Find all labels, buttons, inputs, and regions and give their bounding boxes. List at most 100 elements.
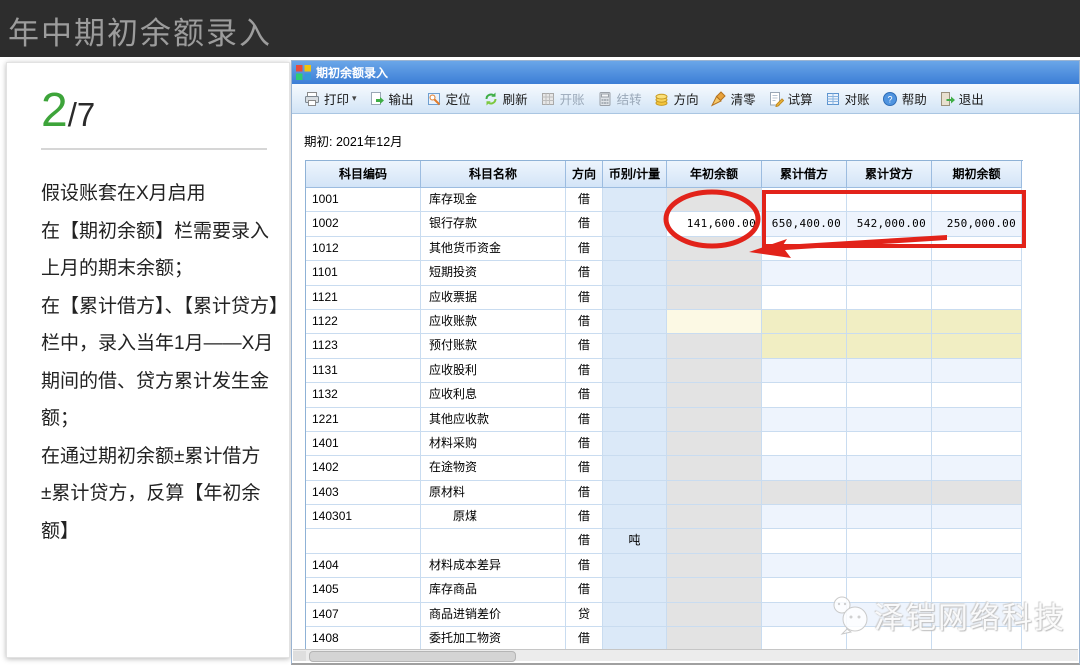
toolbar-button-refresh[interactable]: 刷新 [477, 87, 534, 110]
cell-accumulated-credit[interactable] [847, 188, 932, 212]
cell-currency-unit[interactable] [603, 627, 667, 651]
cell-direction[interactable]: 借 [566, 383, 603, 407]
cell-account-name[interactable]: 短期投资 [421, 261, 566, 285]
cell-account-code[interactable]: 1403 [306, 481, 421, 505]
cell-currency-unit[interactable] [603, 261, 667, 285]
cell-accumulated-debit[interactable] [762, 334, 847, 358]
cell-account-name[interactable]: 应收股利 [421, 359, 566, 383]
cell-accumulated-credit[interactable] [847, 408, 932, 432]
cell-opening-balance[interactable] [932, 286, 1022, 310]
cell-year-begin-balance[interactable] [667, 456, 762, 480]
cell-currency-unit[interactable] [603, 578, 667, 602]
toolbar-button-clear[interactable]: 清零 [705, 87, 762, 110]
cell-account-code[interactable]: 1404 [306, 554, 421, 578]
cell-year-begin-balance[interactable] [667, 261, 762, 285]
cell-year-begin-balance[interactable] [667, 334, 762, 358]
cell-direction[interactable]: 借 [566, 212, 603, 236]
scrollbar-thumb[interactable] [309, 651, 516, 662]
cell-currency-unit[interactable] [603, 286, 667, 310]
cell-account-code[interactable]: 1408 [306, 627, 421, 651]
cell-direction[interactable]: 借 [566, 359, 603, 383]
cell-accumulated-debit[interactable]: 650,400.00 [762, 212, 847, 236]
cell-account-name[interactable]: 原材料 [421, 481, 566, 505]
cell-accumulated-debit[interactable] [762, 456, 847, 480]
cell-year-begin-balance[interactable] [667, 286, 762, 310]
cell-direction[interactable]: 借 [566, 456, 603, 480]
cell-opening-balance[interactable] [932, 456, 1022, 480]
cell-account-name[interactable]: 库存现金 [421, 188, 566, 212]
cell-account-name[interactable]: 原煤 [421, 505, 566, 529]
cell-account-code[interactable]: 1012 [306, 237, 421, 261]
horizontal-scrollbar[interactable] [293, 649, 1078, 661]
toolbar-button-open-account[interactable]: 开账 [534, 87, 591, 110]
cell-account-code[interactable]: 1401 [306, 432, 421, 456]
cell-opening-balance[interactable] [932, 359, 1022, 383]
cell-accumulated-debit[interactable] [762, 408, 847, 432]
cell-accumulated-credit[interactable] [847, 529, 932, 553]
cell-direction[interactable]: 借 [566, 554, 603, 578]
cell-account-code[interactable]: 1121 [306, 286, 421, 310]
cell-direction[interactable]: 借 [566, 310, 603, 334]
cell-accumulated-credit[interactable] [847, 286, 932, 310]
cell-accumulated-debit[interactable] [762, 383, 847, 407]
cell-opening-balance[interactable] [932, 505, 1022, 529]
cell-direction[interactable]: 借 [566, 334, 603, 358]
scroll-left-button[interactable] [293, 651, 306, 661]
cell-currency-unit[interactable] [603, 188, 667, 212]
cell-accumulated-credit[interactable] [847, 237, 932, 261]
cell-account-code[interactable]: 1402 [306, 456, 421, 480]
cell-year-begin-balance[interactable] [667, 505, 762, 529]
cell-currency-unit[interactable] [603, 212, 667, 236]
cell-account-code[interactable]: 1001 [306, 188, 421, 212]
cell-direction[interactable]: 贷 [566, 603, 603, 627]
cell-year-begin-balance[interactable] [667, 188, 762, 212]
cell-currency-unit[interactable] [603, 334, 667, 358]
cell-account-name[interactable]: 预付账款 [421, 334, 566, 358]
cell-currency-unit[interactable]: 吨 [603, 529, 667, 553]
cell-account-name[interactable]: 应收票据 [421, 286, 566, 310]
cell-account-code[interactable]: 1002 [306, 212, 421, 236]
cell-account-code[interactable]: 1405 [306, 578, 421, 602]
toolbar-button-exit[interactable]: 退出 [933, 87, 990, 110]
cell-accumulated-credit[interactable] [847, 383, 932, 407]
toolbar-button-print[interactable]: 打印▾ [298, 87, 363, 110]
cell-account-name[interactable]: 材料采购 [421, 432, 566, 456]
cell-account-name[interactable]: 在途物资 [421, 456, 566, 480]
cell-currency-unit[interactable] [603, 359, 667, 383]
cell-account-code[interactable] [306, 529, 421, 553]
cell-account-code[interactable]: 1407 [306, 603, 421, 627]
cell-year-begin-balance[interactable] [667, 603, 762, 627]
cell-opening-balance[interactable] [932, 481, 1022, 505]
cell-opening-balance[interactable] [932, 383, 1022, 407]
cell-accumulated-debit[interactable] [762, 286, 847, 310]
cell-account-code[interactable]: 1132 [306, 383, 421, 407]
cell-opening-balance[interactable] [932, 529, 1022, 553]
cell-year-begin-balance[interactable]: 141,600.00 [667, 212, 762, 236]
cell-direction[interactable]: 借 [566, 627, 603, 651]
cell-account-name[interactable]: 其他货币资金 [421, 237, 566, 261]
cell-opening-balance[interactable] [932, 261, 1022, 285]
cell-currency-unit[interactable] [603, 383, 667, 407]
cell-accumulated-credit[interactable] [847, 310, 932, 334]
cell-direction[interactable]: 借 [566, 237, 603, 261]
cell-account-name[interactable]: 商品进销差价 [421, 603, 566, 627]
cell-currency-unit[interactable] [603, 432, 667, 456]
cell-account-name[interactable]: 应收利息 [421, 383, 566, 407]
cell-account-code[interactable]: 1123 [306, 334, 421, 358]
cell-direction[interactable]: 借 [566, 529, 603, 553]
cell-account-name[interactable]: 委托加工物资 [421, 627, 566, 651]
cell-accumulated-credit[interactable] [847, 432, 932, 456]
cell-year-begin-balance[interactable] [667, 481, 762, 505]
cell-accumulated-credit[interactable]: 542,000.00 [847, 212, 932, 236]
cell-opening-balance[interactable] [932, 432, 1022, 456]
cell-account-code[interactable]: 1101 [306, 261, 421, 285]
cell-accumulated-debit[interactable] [762, 505, 847, 529]
cell-accumulated-credit[interactable] [847, 481, 932, 505]
toolbar-button-help[interactable]: ?帮助 [876, 87, 933, 110]
cell-accumulated-credit[interactable] [847, 505, 932, 529]
cell-direction[interactable]: 借 [566, 408, 603, 432]
cell-accumulated-credit[interactable] [847, 554, 932, 578]
cell-account-code[interactable]: 1131 [306, 359, 421, 383]
cell-opening-balance[interactable] [932, 334, 1022, 358]
cell-account-name[interactable]: 其他应收款 [421, 408, 566, 432]
